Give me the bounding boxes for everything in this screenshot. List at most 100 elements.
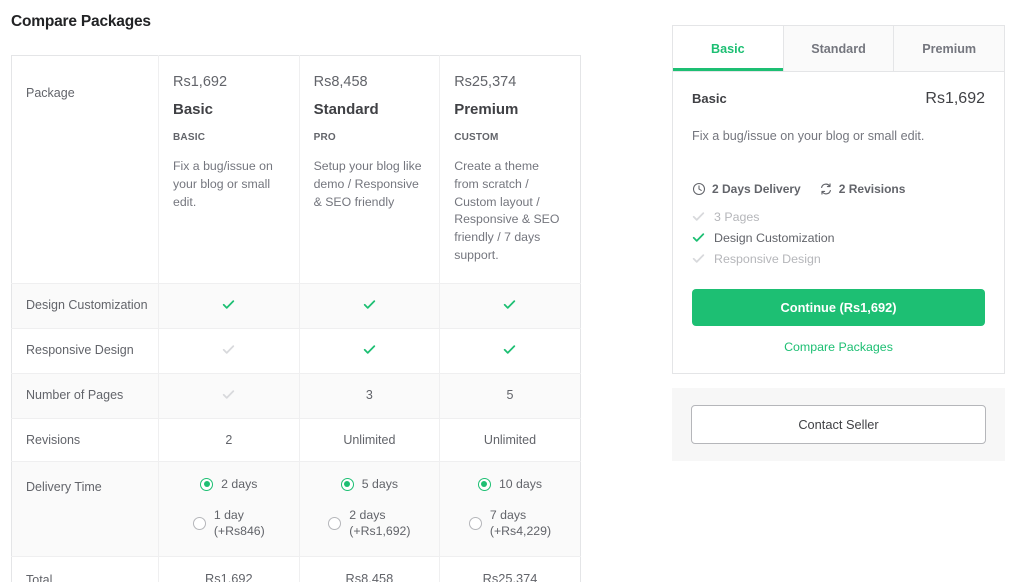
row-label: Design Customization [11, 283, 159, 329]
package-price: Rs8,458 [313, 74, 368, 90]
delivery-options-cell: 2 days 1 day (+Rs846) [158, 461, 300, 557]
package-meta-row: 2 Days Delivery 2 Revisions [692, 182, 985, 196]
revisions-meta-label: 2 Revisions [838, 181, 906, 196]
package-name: Standard [313, 101, 379, 118]
radio-button[interactable] [192, 516, 206, 530]
radio-button[interactable] [340, 477, 354, 491]
table-row-design-customization: Design Customization [11, 283, 581, 329]
cell-value: Unlimited [439, 418, 581, 462]
check-icon [222, 298, 235, 311]
cell-value: 2 [158, 418, 300, 462]
package-name: Premium [454, 101, 519, 118]
package-card-price: Rs1,692 [925, 90, 985, 107]
package-cell-basic: Rs1,692 Basic BASIC Fix a bug/issue on y… [158, 55, 300, 284]
delivery-option-5-days[interactable]: 5 days [306, 476, 434, 493]
tab-premium[interactable]: Premium [894, 26, 1005, 71]
tab-basic[interactable]: Basic [673, 26, 784, 71]
compare-packages-link[interactable]: Compare Packages [692, 340, 985, 354]
package-card-title: Basic [692, 91, 727, 106]
check-icon [692, 252, 705, 265]
row-label: Number of Pages [11, 373, 159, 419]
delivery-meta-label: 2 Days Delivery [712, 181, 801, 196]
contact-seller-button[interactable]: Contact Seller [691, 404, 986, 444]
total-price: Rs25,374 [482, 570, 538, 582]
check-icon [692, 210, 705, 223]
clock-icon [692, 182, 706, 196]
table-body: Package Rs1,692 Basic BASIC Fix a bug/is… [11, 55, 581, 582]
table-row-package: Package Rs1,692 Basic BASIC Fix a bug/is… [11, 55, 581, 284]
row-label: Responsive Design [11, 328, 159, 374]
feature-label: 3 Pages [714, 209, 760, 224]
compare-table-region: Compare Packages Package Rs1,692 Basic B… [0, 0, 600, 582]
delivery-option-2-days[interactable]: 2 days [165, 476, 293, 493]
radio-button[interactable] [200, 477, 214, 491]
row-label-delivery-time: Delivery Time [11, 461, 159, 557]
radio-button[interactable] [477, 477, 491, 491]
delivery-meta: 2 Days Delivery [692, 182, 801, 196]
check-icon [503, 298, 516, 311]
package-description: Fix a bug/issue on your blog or small ed… [173, 159, 273, 209]
table-row-revisions: Revisions 2 Unlimited Unlimited [11, 418, 581, 462]
check-icon-included [439, 283, 581, 329]
delivery-options-cell: 10 days 7 days (+Rs4,229) [439, 461, 581, 557]
package-cell-premium: Rs25,374 Premium CUSTOM Create a theme f… [439, 55, 581, 284]
check-icon [363, 343, 376, 356]
package-tier: BASIC [173, 132, 206, 143]
tab-standard[interactable]: Standard [783, 26, 895, 71]
total-price: Rs1,692 [204, 570, 253, 582]
feature-label: Responsive Design [714, 251, 821, 266]
table-row-number-of-pages: Number of Pages 3 5 [11, 373, 581, 419]
check-icon-excluded [158, 328, 300, 374]
package-card-description: Fix a bug/issue on your blog or small ed… [692, 129, 925, 143]
package-description: Setup your blog like demo / Responsive &… [313, 159, 422, 209]
contact-seller-card: Contact Seller [672, 387, 1005, 461]
package-card-header: Basic Rs1,692 [692, 90, 985, 108]
radio-button[interactable] [328, 516, 342, 530]
page-title: Compare Packages [11, 13, 151, 30]
delivery-option-label: 7 days (+Rs4,229) [489, 507, 552, 539]
feature-item-responsive-design: Responsive Design [692, 252, 985, 266]
check-icon [222, 388, 235, 401]
check-icon-excluded [158, 373, 300, 419]
package-comparison-table: Package Rs1,692 Basic BASIC Fix a bug/is… [11, 55, 581, 582]
check-icon [692, 231, 705, 244]
check-icon-included [158, 283, 300, 329]
delivery-option-extra-price: (+Rs4,229) [489, 524, 552, 539]
table-row-delivery-time: Delivery Time 2 days 1 day (+Rs846) 5 days 2 … [11, 461, 581, 557]
delivery-option-label: 2 days [221, 476, 258, 491]
row-label-package: Package [11, 55, 159, 284]
delivery-option-extra-price: (+Rs1,692) [349, 524, 411, 539]
total-price: Rs8,458 [345, 570, 394, 582]
check-icon-included [439, 328, 581, 374]
row-label-total: Total [11, 556, 159, 582]
delivery-option-label: 1 day (+Rs846) [213, 507, 265, 539]
delivery-option-extra-price: (+Rs846) [213, 524, 265, 539]
feature-item-design-customization: Design Customization [692, 231, 985, 245]
cell-value: 5 [439, 373, 581, 419]
check-icon-included [299, 328, 441, 374]
cell-value: 3 [299, 373, 441, 419]
table-row-total: TotalRs1,692SelectRs8,458SelectRs25,374S… [11, 556, 581, 582]
check-icon-included [299, 283, 441, 329]
package-description: Create a theme from scratch / Custom lay… [454, 159, 560, 263]
package-sidebar: Basic Standard Premium Basic Rs1,692 Fix… [672, 25, 1005, 461]
radio-button[interactable] [468, 516, 482, 530]
package-card: Basic Standard Premium Basic Rs1,692 Fix… [672, 25, 1005, 374]
continue-button[interactable]: Continue (Rs1,692) [692, 288, 985, 326]
package-feature-list: 3 Pages Design Customization Responsive De… [692, 210, 985, 266]
delivery-option-7-days[interactable]: 7 days (+Rs4,229) [446, 507, 574, 540]
refresh-icon [819, 182, 833, 196]
row-label: Revisions [11, 418, 159, 462]
delivery-option-2-days[interactable]: 2 days (+Rs1,692) [306, 507, 434, 540]
table-row-responsive-design: Responsive Design [11, 328, 581, 374]
package-name: Basic [173, 101, 214, 118]
delivery-options-cell: 5 days 2 days (+Rs1,692) [299, 461, 441, 557]
compare-packages-page: Compare Packages Package Rs1,692 Basic B… [0, 0, 1017, 582]
delivery-option-10-days[interactable]: 10 days [446, 476, 574, 493]
package-price: Rs1,692 [173, 74, 228, 90]
delivery-option-label: 2 days (+Rs1,692) [349, 507, 411, 539]
feature-label: Design Customization [714, 230, 835, 245]
check-icon [222, 343, 235, 356]
delivery-option-1-day[interactable]: 1 day (+Rs846) [165, 507, 293, 540]
total-cell: Rs1,692Select [158, 556, 300, 582]
